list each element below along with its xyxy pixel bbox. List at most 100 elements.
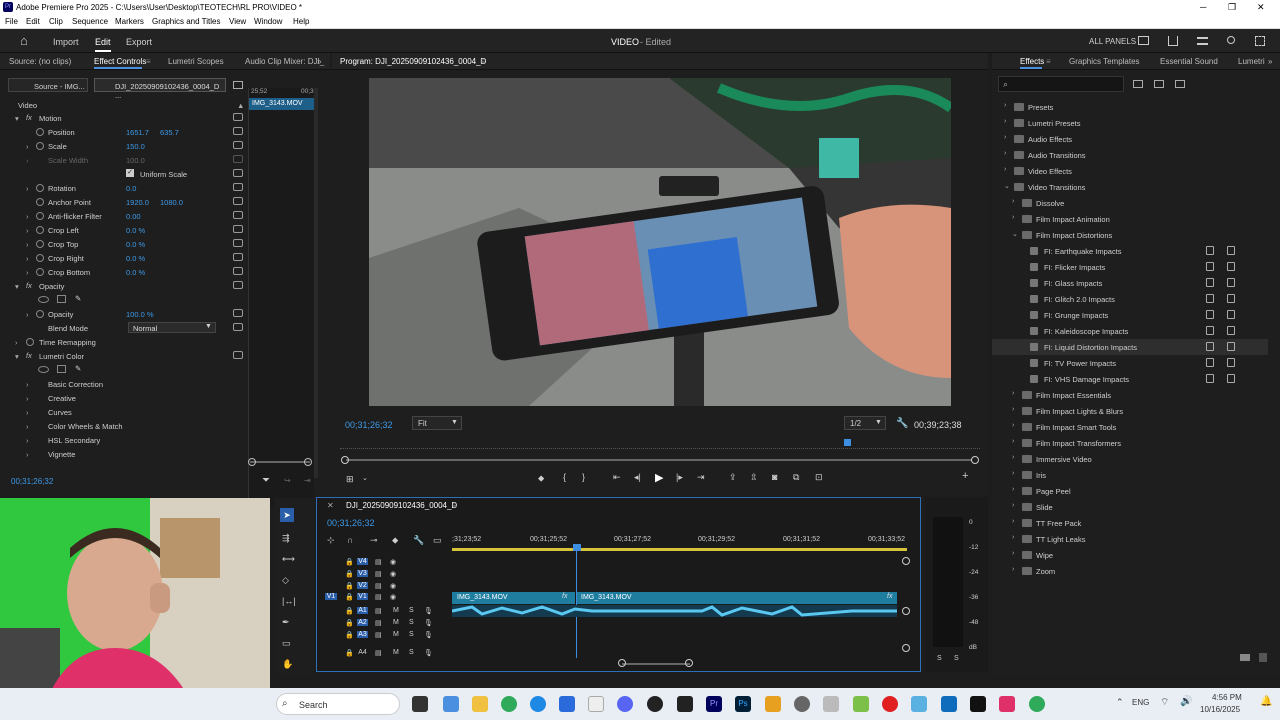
timeline-zoom-right[interactable] xyxy=(685,659,693,667)
export-icon[interactable]: ⇥ xyxy=(304,476,311,485)
chevron-right-icon[interactable]: › xyxy=(1004,134,1006,141)
more-tabs-icon[interactable]: » xyxy=(1268,57,1272,66)
chevron-right-icon[interactable]: › xyxy=(1012,502,1014,509)
crop-right-value[interactable]: 0.0 % xyxy=(126,254,145,263)
chevron-right-icon[interactable]: › xyxy=(1012,550,1014,557)
hand-tool-icon[interactable]: ✋ xyxy=(282,659,293,670)
game-icon[interactable] xyxy=(853,696,869,712)
pen-mask-icon[interactable]: ✎ xyxy=(75,364,81,373)
stopwatch-icon[interactable] xyxy=(36,128,44,136)
menu-file[interactable]: File xyxy=(5,17,18,26)
notification-bell-icon[interactable]: 🔔 xyxy=(1260,696,1272,707)
tab-lumetri[interactable]: Lumetri xyxy=(1238,57,1265,66)
video-clip-2[interactable]: IMG_3143.MOV fx xyxy=(577,592,897,604)
program-zoom-bar[interactable] xyxy=(346,459,972,461)
tab-graphics-templates[interactable]: Graphics Templates xyxy=(1069,57,1140,66)
chevron-right-icon[interactable]: › xyxy=(1012,566,1014,573)
curves-row[interactable]: › Curves xyxy=(0,405,248,419)
capcut-icon[interactable] xyxy=(677,696,693,712)
effects-folder[interactable]: ⌄ Video Transitions xyxy=(992,179,1268,195)
reset-icon[interactable] xyxy=(233,267,243,275)
ellipse-mask-icon[interactable] xyxy=(38,366,49,373)
tab-source[interactable]: Source: (no clips) xyxy=(9,57,71,66)
stopwatch-icon[interactable] xyxy=(26,338,34,346)
source-dropdown[interactable]: Source - IMG... xyxy=(8,78,88,92)
all-panels-label[interactable]: ALL PANELS xyxy=(1089,37,1136,46)
lumetri-color-row[interactable]: ▾ fx Lumetri Color xyxy=(0,349,248,363)
anchor-y[interactable]: 1080.0 xyxy=(160,198,183,207)
position-y[interactable]: 635.7 xyxy=(160,128,179,137)
timeline-zoom-bar[interactable] xyxy=(622,663,690,665)
time-remapping-row[interactable]: › Time Remapping xyxy=(0,335,248,349)
effects-folder[interactable]: › Immersive Video xyxy=(992,451,1268,467)
rectangle-tool-icon[interactable]: ▭ xyxy=(282,638,291,649)
reset-icon[interactable] xyxy=(233,113,243,121)
blend-mode-dropdown[interactable]: Normal ▼ xyxy=(128,322,216,333)
reset-icon[interactable] xyxy=(233,141,243,149)
effects-folder[interactable]: › Iris xyxy=(992,467,1268,483)
step-forward-icon[interactable]: |▸ xyxy=(676,472,683,483)
import-tab[interactable]: Import xyxy=(53,37,79,47)
more-tabs-icon[interactable]: » xyxy=(317,57,321,66)
lift-icon[interactable]: ⇪ xyxy=(729,472,737,483)
ec-zoom-handle-left[interactable] xyxy=(248,458,256,466)
go-to-out-icon[interactable]: ⇥ xyxy=(697,472,705,483)
crop-bottom-value[interactable]: 0.0 % xyxy=(126,268,145,277)
tab-menu-icon[interactable]: ≡ xyxy=(452,501,457,510)
effects-folder[interactable]: ⌄ Film Impact Distortions xyxy=(992,227,1268,243)
ec-clip-bar[interactable]: IMG_3143.MOV xyxy=(249,98,315,110)
maximize-button[interactable]: ❐ xyxy=(1228,2,1236,13)
tab-menu-icon[interactable]: ≡ xyxy=(480,57,485,66)
obs-icon[interactable] xyxy=(647,696,663,712)
reset-icon[interactable] xyxy=(233,183,243,191)
chevron-right-icon[interactable]: › xyxy=(1012,534,1014,541)
edit-tab[interactable]: Edit xyxy=(95,37,111,47)
search-icon[interactable] xyxy=(1227,36,1235,44)
tab-program[interactable]: Program: DJI_20250909102436_0004_D xyxy=(340,57,486,66)
ec-settings-icon[interactable] xyxy=(233,81,243,89)
chevron-right-icon[interactable]: › xyxy=(1012,454,1014,461)
chevron-right-icon[interactable]: › xyxy=(1012,438,1014,445)
menu-help[interactable]: Help xyxy=(293,17,309,26)
effects-folder[interactable]: › Zoom xyxy=(992,563,1268,579)
effects-search-input[interactable]: ⌕ xyxy=(998,76,1124,92)
ellipse-mask-icon[interactable] xyxy=(38,296,49,303)
effect-item[interactable]: FI: Flicker Impacts xyxy=(992,259,1268,275)
hsl-secondary-row[interactable]: › HSL Secondary xyxy=(0,433,248,447)
snipping-tool-icon[interactable] xyxy=(823,696,839,712)
reset-icon[interactable] xyxy=(233,225,243,233)
opacity-group-row[interactable]: ▾ fx Opacity xyxy=(0,279,248,293)
track-select-tool-icon[interactable]: ⇶ xyxy=(282,533,290,544)
tiktok-icon[interactable] xyxy=(970,696,986,712)
effects-folder[interactable]: › Film Impact Animation xyxy=(992,211,1268,227)
ec-zoom-slider[interactable] xyxy=(250,461,310,463)
menu-clip[interactable]: Clip xyxy=(49,17,63,26)
stopwatch-icon[interactable] xyxy=(36,142,44,150)
mark-out-icon[interactable]: } xyxy=(582,472,585,482)
effects-folder[interactable]: › Film Impact Smart Tools xyxy=(992,419,1268,435)
stopwatch-icon[interactable] xyxy=(36,198,44,206)
premiere-taskbar-icon[interactable]: Pr xyxy=(706,696,722,712)
tab-menu-icon[interactable]: ≡ xyxy=(1046,57,1051,66)
menu-window[interactable]: Window xyxy=(254,17,282,26)
discord-icon[interactable] xyxy=(617,696,633,712)
snap-icon[interactable]: ∩ xyxy=(347,535,353,545)
chevron-down-icon[interactable]: ⌄ xyxy=(362,474,368,482)
effects-folder[interactable]: › Page Peel xyxy=(992,483,1268,499)
menu-graphics[interactable]: Graphics and Titles xyxy=(152,17,220,26)
tab-effect-controls[interactable]: Effect Controls xyxy=(94,57,146,66)
fullscreen-icon[interactable] xyxy=(1255,36,1265,46)
captions-icon[interactable]: ▭ xyxy=(433,535,442,546)
zoom-handle-right[interactable] xyxy=(971,456,979,464)
effect-item[interactable]: FI: Grunge Impacts xyxy=(992,307,1268,323)
chrome-icon[interactable] xyxy=(501,696,517,712)
camera-icon[interactable]: ◙ xyxy=(772,472,777,482)
stopwatch-icon[interactable] xyxy=(36,212,44,220)
accelerated-effects-icon[interactable] xyxy=(1133,80,1143,88)
wifi-icon[interactable]: ⌔ xyxy=(1160,696,1169,709)
rotation-value[interactable]: 0.0 xyxy=(126,184,136,193)
settings-gear-icon[interactable] xyxy=(794,696,810,712)
multicam-icon[interactable]: ⊡ xyxy=(815,472,823,483)
tab-lumetri-scopes[interactable]: Lumetri Scopes xyxy=(168,57,224,66)
timeline-timecode[interactable]: 00;31;26;32 xyxy=(327,518,375,528)
